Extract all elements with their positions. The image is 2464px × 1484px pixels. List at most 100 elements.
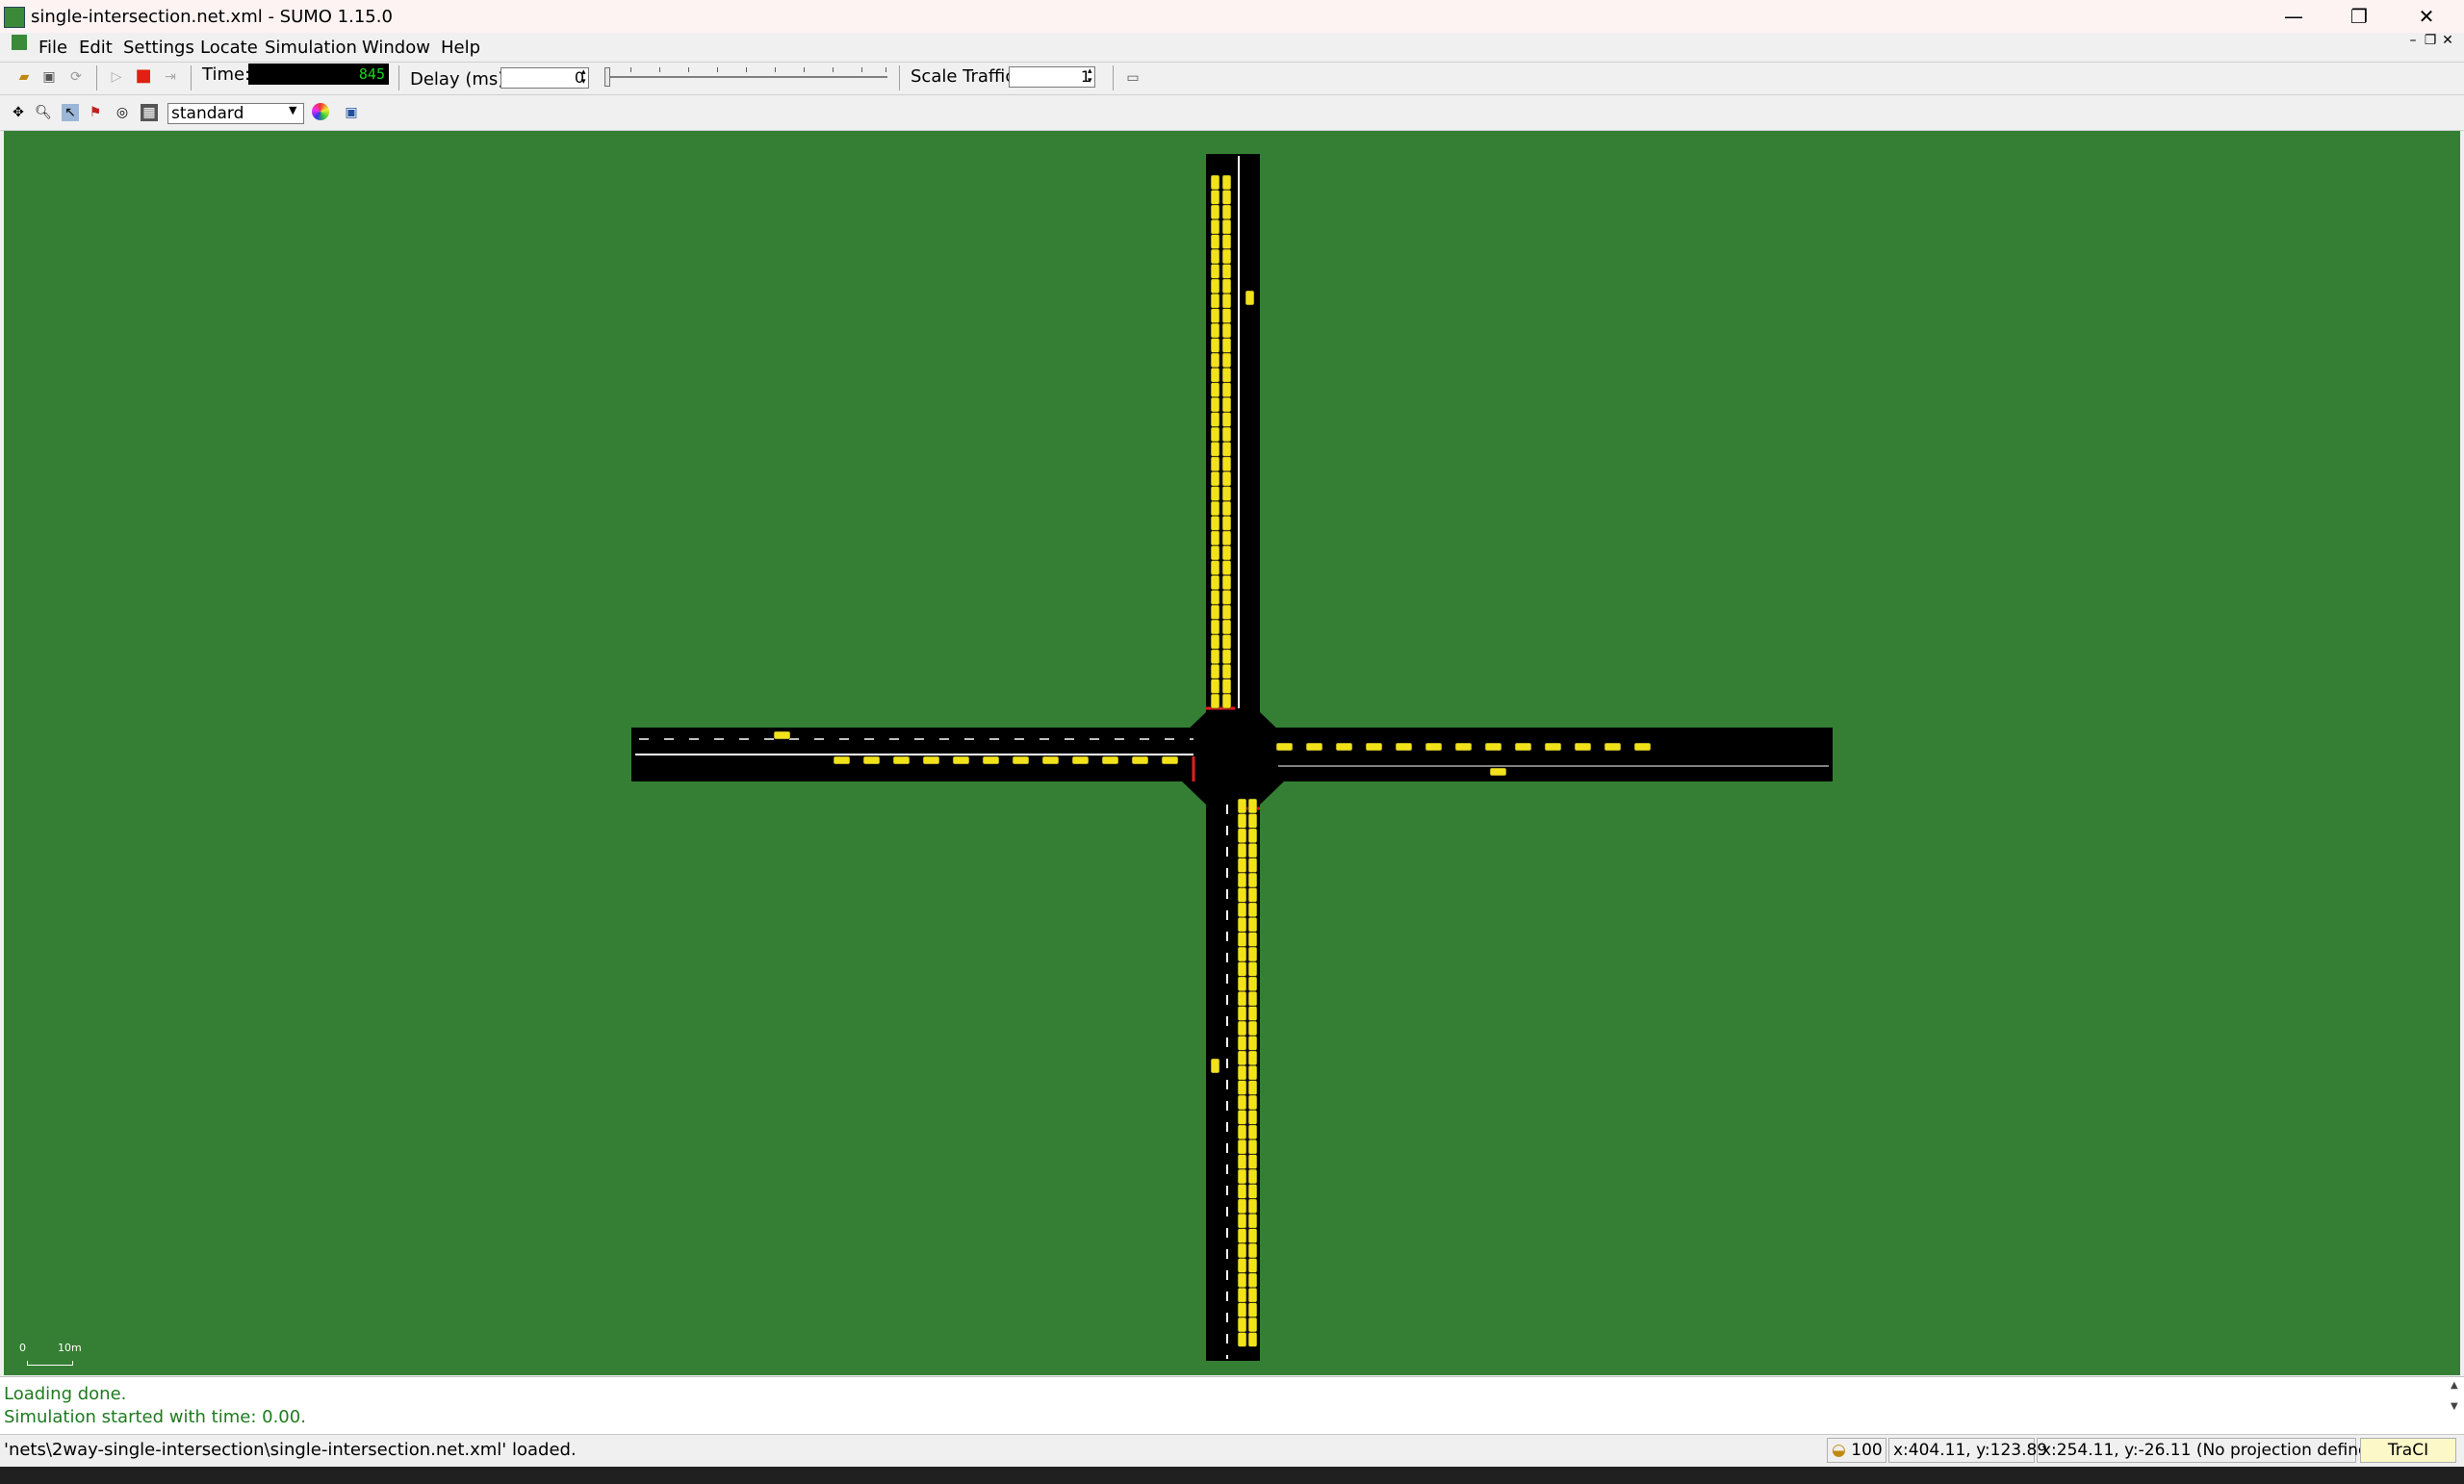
vehicle-south-queue[interactable] bbox=[1247, 990, 1258, 1007]
vehicle-south-queue[interactable] bbox=[1247, 946, 1258, 962]
vehicle-south-queue[interactable] bbox=[1237, 990, 1247, 1007]
vehicle-north-queue[interactable] bbox=[1210, 218, 1220, 235]
vehicle-west-queue[interactable] bbox=[952, 755, 970, 765]
open-network-icon[interactable]: ▣ bbox=[40, 68, 58, 86]
vehicle-south-queue[interactable] bbox=[1237, 1094, 1247, 1111]
vehicle-east-queue[interactable] bbox=[1424, 742, 1443, 752]
menu-settings[interactable]: Settings bbox=[123, 38, 194, 58]
vehicle-south-queue[interactable] bbox=[1247, 1139, 1258, 1155]
chevron-down-icon[interactable]: ▼ bbox=[289, 104, 296, 116]
vehicle-south-queue[interactable] bbox=[1237, 1168, 1247, 1185]
vehicle-north-queue[interactable] bbox=[1210, 278, 1220, 294]
vehicle-south-queue[interactable] bbox=[1237, 1050, 1247, 1066]
vehicle-south-queue[interactable] bbox=[1237, 1006, 1247, 1021]
network-canvas[interactable]: 0 10m bbox=[4, 131, 2460, 1375]
vehicle-south-queue[interactable] bbox=[1237, 1272, 1247, 1289]
vehicle-north-queue[interactable] bbox=[1221, 397, 1232, 413]
locate-vehicle-icon[interactable]: ⚑ bbox=[87, 104, 104, 121]
vehicle-south-queue[interactable] bbox=[1247, 916, 1258, 933]
vehicle-north-queue[interactable] bbox=[1221, 693, 1232, 709]
vehicle-south-queue[interactable] bbox=[1237, 1064, 1247, 1081]
vehicle-south-queue[interactable] bbox=[1237, 1258, 1247, 1273]
vehicle-east-queue[interactable] bbox=[1275, 742, 1294, 752]
vehicle-south-queue[interactable] bbox=[1237, 1080, 1247, 1095]
vehicle-north-queue[interactable] bbox=[1221, 174, 1232, 191]
vehicle-north-queue[interactable] bbox=[1221, 322, 1232, 339]
vehicle-north-queue[interactable] bbox=[1210, 663, 1220, 679]
vehicle-west-queue[interactable] bbox=[1071, 755, 1090, 765]
vehicle-north-queue[interactable] bbox=[1221, 441, 1232, 457]
vehicle-north-queue[interactable] bbox=[1210, 367, 1220, 383]
vehicle-north-queue[interactable] bbox=[1210, 471, 1220, 487]
vehicle-east-queue[interactable] bbox=[1544, 742, 1562, 752]
vehicle-south-queue[interactable] bbox=[1247, 1184, 1258, 1199]
vehicle-south-queue[interactable] bbox=[1237, 1287, 1247, 1303]
vehicle-south-queue[interactable] bbox=[1237, 1198, 1247, 1215]
vehicle-north-queue[interactable] bbox=[1221, 293, 1232, 309]
vehicle-south-queue[interactable] bbox=[1237, 1184, 1247, 1199]
vehicle-west-queue[interactable] bbox=[833, 755, 851, 765]
vehicle-south-queue[interactable] bbox=[1237, 842, 1247, 858]
vehicle-north-queue[interactable] bbox=[1221, 663, 1232, 679]
mdi-minimize-icon[interactable]: – bbox=[2404, 33, 2422, 48]
vehicle-south-queue[interactable] bbox=[1247, 1287, 1258, 1303]
vehicle-north-queue[interactable] bbox=[1210, 619, 1220, 635]
vehicle-south-queue[interactable] bbox=[1237, 857, 1247, 873]
vehicle-south-queue[interactable] bbox=[1247, 1317, 1258, 1333]
vehicle-south-queue[interactable] bbox=[1237, 902, 1247, 918]
vehicle-north-queue[interactable] bbox=[1210, 352, 1220, 369]
vehicle-north-queue[interactable] bbox=[1210, 264, 1220, 279]
vehicle-south-queue[interactable] bbox=[1237, 1036, 1247, 1051]
vehicle-north-queue[interactable] bbox=[1210, 560, 1220, 576]
vehicle-north-queue[interactable] bbox=[1210, 589, 1220, 605]
vehicle-south-queue[interactable] bbox=[1237, 961, 1247, 977]
vehicle-north-queue[interactable] bbox=[1221, 589, 1232, 605]
vehicle-south-queue[interactable] bbox=[1247, 857, 1258, 873]
vehicle-north-queue[interactable] bbox=[1221, 456, 1232, 472]
vehicle-north-queue[interactable] bbox=[1210, 426, 1220, 443]
vehicle-east-queue[interactable] bbox=[1604, 742, 1622, 752]
menu-help[interactable]: Help bbox=[441, 38, 480, 58]
vehicle-south-queue[interactable] bbox=[1247, 1168, 1258, 1185]
vehicle-south-queue[interactable] bbox=[1237, 872, 1247, 888]
vehicle-south-out[interactable] bbox=[1210, 1058, 1220, 1074]
vehicle-east-queue[interactable] bbox=[1454, 742, 1473, 752]
vehicle-north-queue[interactable] bbox=[1221, 500, 1232, 517]
vehicle-east-queue[interactable] bbox=[1484, 742, 1502, 752]
vehicle-north-queue[interactable] bbox=[1210, 174, 1220, 191]
vehicle-west-queue[interactable] bbox=[862, 755, 881, 765]
menu-file[interactable]: File bbox=[38, 38, 67, 58]
scale-traffic-input[interactable]: 1 bbox=[1009, 66, 1095, 88]
step-icon[interactable]: ⇥ bbox=[162, 68, 179, 86]
close-button[interactable]: ✕ bbox=[2398, 2, 2455, 31]
vehicle-east-queue[interactable] bbox=[1335, 742, 1353, 752]
vehicle-south-queue[interactable] bbox=[1237, 1154, 1247, 1169]
vehicle-north-queue[interactable] bbox=[1221, 338, 1232, 353]
vehicle-north-queue[interactable] bbox=[1210, 604, 1220, 620]
vehicle-east-queue[interactable] bbox=[1514, 742, 1532, 752]
vehicle-north-queue[interactable] bbox=[1221, 619, 1232, 635]
vehicle-north-queue[interactable] bbox=[1210, 456, 1220, 472]
locate-junction-icon[interactable]: ◎ bbox=[114, 104, 131, 121]
vehicle-south-queue[interactable] bbox=[1237, 887, 1247, 903]
vehicle-north-queue[interactable] bbox=[1221, 204, 1232, 220]
vehicle-north-queue[interactable] bbox=[1221, 264, 1232, 279]
vehicle-south-queue[interactable] bbox=[1247, 1036, 1258, 1051]
vehicle-north-queue[interactable] bbox=[1210, 412, 1220, 427]
vehicle-south-queue[interactable] bbox=[1237, 1317, 1247, 1333]
screenshot-icon[interactable]: ▣ bbox=[343, 104, 360, 121]
vehicle-south-queue[interactable] bbox=[1237, 1332, 1247, 1347]
open-folder-icon[interactable]: ▰ bbox=[15, 68, 33, 86]
vehicle-south-queue[interactable] bbox=[1247, 976, 1258, 992]
delay-input[interactable]: 0 bbox=[500, 67, 589, 89]
vehicle-south-queue[interactable] bbox=[1247, 961, 1258, 977]
vehicle-south-queue[interactable] bbox=[1237, 1228, 1247, 1243]
vehicle-south-queue[interactable] bbox=[1247, 828, 1258, 844]
vehicle-north-queue[interactable] bbox=[1221, 352, 1232, 369]
vehicle-south-queue[interactable] bbox=[1247, 872, 1258, 888]
vehicle-south-queue[interactable] bbox=[1247, 902, 1258, 918]
mdi-close-icon[interactable]: ✕ bbox=[2439, 33, 2456, 48]
vehicle-south-queue[interactable] bbox=[1237, 932, 1247, 947]
vehicle-north-queue[interactable] bbox=[1221, 382, 1232, 397]
menu-locate[interactable]: Locate bbox=[200, 38, 258, 58]
